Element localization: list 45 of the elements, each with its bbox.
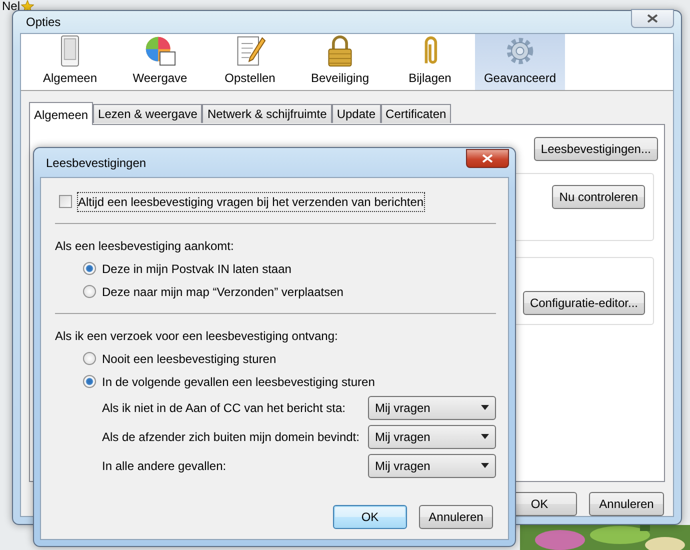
dialog-title: Leesbevestigingen — [46, 154, 146, 172]
dropdown[interactable]: Mij vragen — [368, 424, 496, 448]
tab[interactable]: Lezen & weergave — [93, 104, 202, 123]
toolbar-button[interactable]: Algemeen — [25, 34, 115, 90]
close-icon — [647, 14, 658, 22]
dropdown[interactable]: Mij vragen — [368, 454, 496, 478]
ok-button[interactable]: OK — [333, 505, 407, 529]
desktop-label: Nel — [2, 0, 20, 15]
caret-icon — [481, 434, 489, 439]
caret-icon — [481, 463, 489, 468]
radio-button[interactable] — [83, 285, 96, 298]
close-button[interactable] — [631, 8, 674, 28]
radio-label: Nooit een leesbevestiging sturen — [102, 350, 276, 368]
cancel-button[interactable]: Annuleren — [419, 505, 493, 529]
cancel-button[interactable]: Annuleren — [589, 492, 664, 516]
tab[interactable]: Certificaten — [380, 104, 452, 123]
close-button[interactable] — [466, 149, 509, 168]
section-heading: Als een leesbevestiging aankomt: — [55, 238, 235, 254]
toolbar-button[interactable]: Weergave — [115, 34, 205, 90]
checkbox-label: Altijd een leesbevestiging vragen bij het verzenden van berichten — [78, 192, 424, 210]
checkbox[interactable] — [59, 195, 72, 208]
receipts-button[interactable]: Leesbevestigingen... — [534, 137, 658, 161]
caret-icon — [481, 405, 489, 410]
radio-button[interactable] — [83, 352, 96, 365]
radio-button[interactable] — [83, 375, 96, 388]
field-label: In alle andere gevallen: — [102, 458, 226, 474]
tab[interactable]: Update — [332, 104, 381, 123]
check-now-button[interactable]: Nu controleren — [552, 185, 645, 209]
radio-label: Deze naar mijn map “Verzonden” verplaatsen — [102, 284, 344, 300]
radio-label: Deze in mijn Postvak IN laten staan — [102, 260, 292, 278]
toolbar-button[interactable]: Opstellen — [205, 34, 295, 90]
radio-label: In de volgende gevallen een leesbevestiging sturen — [102, 374, 375, 390]
dropdown[interactable]: Mij vragen — [368, 396, 496, 420]
config-editor-button[interactable]: Configuratie-editor... — [522, 291, 645, 315]
radio-button[interactable] — [83, 262, 96, 275]
tab[interactable]: Netwerk & schijfruimte — [202, 104, 332, 123]
close-icon — [482, 154, 493, 163]
section-heading: Als ik een verzoek voor een leesbevestiging ontvang: — [55, 328, 339, 344]
tab[interactable]: Algemeen — [29, 102, 94, 125]
toolbar-button[interactable]: Geavanceerd — [475, 34, 565, 90]
toolbar-button[interactable]: Beveiliging — [295, 34, 385, 90]
toolbar-button[interactable]: Bijlagen — [385, 34, 475, 90]
field-label: Als ik niet in de Aan of CC van het bericht sta: — [102, 400, 346, 416]
field-label: Als de afzender zich buiten mijn domein bevindt: — [102, 428, 360, 446]
window-title: Opties — [26, 14, 61, 31]
